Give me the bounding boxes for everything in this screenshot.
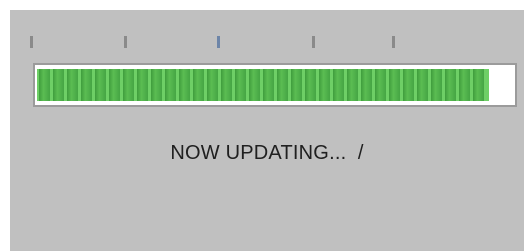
progress-segment bbox=[403, 69, 414, 101]
progress-segment bbox=[263, 69, 274, 101]
progress-segment bbox=[221, 69, 232, 101]
update-status-text: NOW UPDATING... / bbox=[170, 142, 364, 164]
scale-tick bbox=[312, 36, 315, 48]
progress-segment bbox=[431, 69, 442, 101]
progress-segment bbox=[165, 69, 176, 101]
progress-segment bbox=[67, 69, 78, 101]
scale-tick bbox=[124, 36, 127, 48]
progress-segment bbox=[277, 69, 288, 101]
progress-segment bbox=[123, 69, 134, 101]
progress-segment bbox=[193, 69, 204, 101]
scale-tick bbox=[30, 36, 33, 48]
progress-segment bbox=[361, 69, 372, 101]
progress-segment bbox=[347, 69, 358, 101]
progress-segment bbox=[235, 69, 246, 101]
progress-segment bbox=[333, 69, 344, 101]
progress-segment bbox=[445, 69, 456, 101]
progress-segment bbox=[137, 69, 148, 101]
progress-segment bbox=[39, 69, 50, 101]
progress-segment bbox=[95, 69, 106, 101]
progress-segment bbox=[305, 69, 316, 101]
progress-segment bbox=[291, 69, 302, 101]
progress-segment bbox=[81, 69, 92, 101]
progress-segment bbox=[53, 69, 64, 101]
progress-fill bbox=[37, 69, 489, 101]
progress-segment bbox=[417, 69, 428, 101]
progress-segment bbox=[319, 69, 330, 101]
progress-segment bbox=[151, 69, 162, 101]
progress-segment bbox=[109, 69, 120, 101]
scale-tick bbox=[392, 36, 395, 48]
progress-segment bbox=[207, 69, 218, 101]
progress-bar bbox=[33, 63, 517, 107]
update-dialog: NOW UPDATING... / bbox=[10, 10, 524, 251]
progress-segment bbox=[375, 69, 386, 101]
progress-segment bbox=[459, 69, 470, 101]
scale-tick bbox=[217, 36, 220, 48]
progress-segment bbox=[473, 69, 484, 101]
progress-segment bbox=[389, 69, 400, 101]
progress-segment bbox=[249, 69, 260, 101]
progress-segment bbox=[179, 69, 190, 101]
